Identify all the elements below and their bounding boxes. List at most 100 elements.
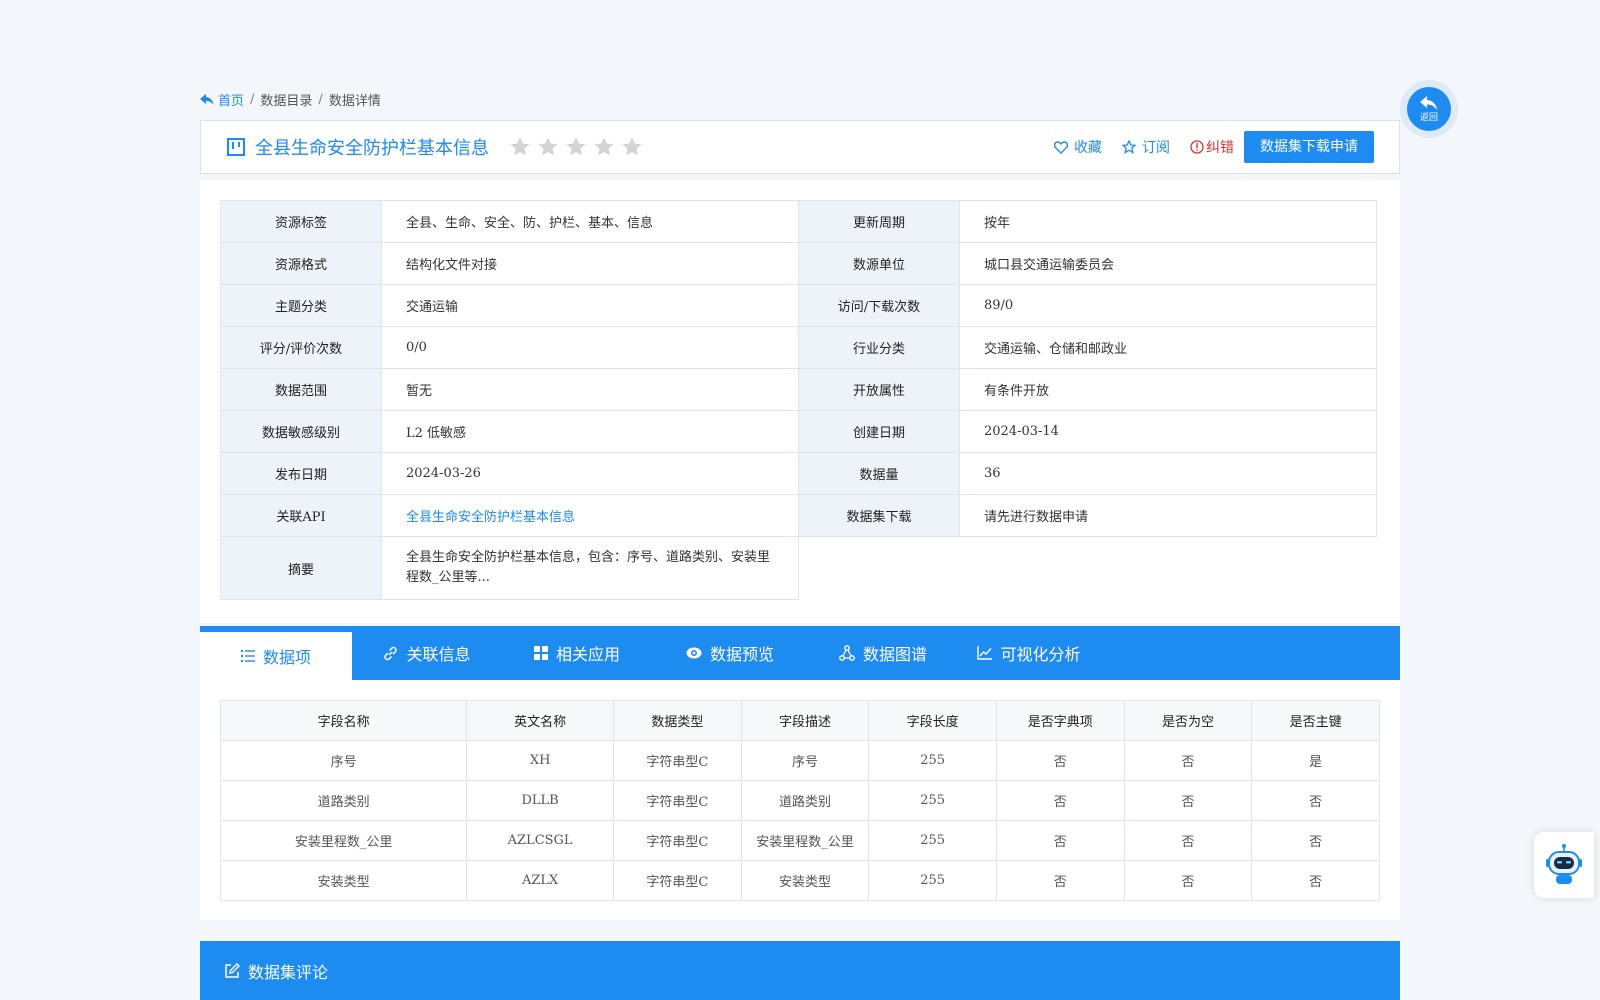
column-header: 是否字典项 bbox=[995, 700, 1125, 741]
back-button-label: 返回 bbox=[1419, 112, 1438, 123]
info-row: 关联API 全县生命安全防护栏基本信息 数据集下载 请先进行数据申请 bbox=[220, 494, 1377, 537]
table-cell: 安装类型 bbox=[219, 860, 468, 901]
info-value: 请先进行数据申请 bbox=[959, 494, 1377, 537]
info-value: 按年 bbox=[959, 200, 1377, 243]
favorite-label: 收藏 bbox=[1074, 140, 1102, 156]
info-value: 36 bbox=[959, 452, 1377, 495]
info-key: 评分/评价次数 bbox=[220, 326, 382, 369]
tab-link[interactable]: 关联信息 bbox=[352, 626, 502, 680]
tab-graph[interactable]: 数据图谱 bbox=[808, 626, 958, 680]
table-cell: 字符串型C bbox=[613, 820, 742, 861]
info-key: 开放属性 bbox=[798, 368, 960, 411]
column-header: 是否为空 bbox=[1123, 700, 1253, 741]
related-api-link[interactable]: 全县生命安全防护栏基本信息 bbox=[381, 494, 799, 537]
info-value: 0/0 bbox=[381, 326, 799, 369]
table-cell: 否 bbox=[995, 780, 1125, 821]
table-cell: 否 bbox=[1123, 860, 1253, 901]
tab-line-chart[interactable]: 可视化分析 bbox=[958, 626, 1100, 680]
column-header: 字段描述 bbox=[740, 700, 870, 741]
table-row: 序号 XH 字符串型C 序号 255 否否是 bbox=[219, 740, 1380, 781]
breadcrumb-home[interactable]: 首页 bbox=[200, 90, 244, 109]
info-value: 有条件开放 bbox=[959, 368, 1377, 411]
info-value: 暂无 bbox=[381, 368, 799, 411]
back-button[interactable]: 返回 bbox=[1400, 80, 1458, 138]
rating-star-icon[interactable] bbox=[537, 136, 559, 158]
info-row: 数据范围 暂无 开放属性 有条件开放 bbox=[220, 368, 1377, 411]
info-key: 主题分类 bbox=[220, 284, 382, 327]
star-outline-icon bbox=[1122, 140, 1136, 154]
line-chart-icon bbox=[977, 646, 1000, 660]
table-cell: 序号 bbox=[219, 740, 468, 781]
graph-icon bbox=[839, 645, 863, 661]
column-header: 数据类型 bbox=[613, 700, 742, 741]
info-key: 数据集下载 bbox=[798, 494, 960, 537]
breadcrumb-catalog[interactable]: 数据目录 bbox=[260, 90, 312, 109]
info-value: 2024-03-14 bbox=[959, 410, 1377, 453]
rating-stars[interactable] bbox=[509, 136, 649, 158]
table-cell: 否 bbox=[995, 740, 1125, 781]
table-row: 安装里程数_公里 AZLCSGL 字符串型C 安装里程数_公里 255 否否否 bbox=[219, 820, 1380, 861]
table-cell: 255 bbox=[868, 860, 997, 901]
back-button-inner: 返回 bbox=[1407, 87, 1451, 131]
fields-panel: 字段名称 英文名称 数据类型 字段描述 字段长度 是否字典项 是否为空 是否主键 序号 XH 字符… bbox=[200, 680, 1400, 920]
info-row: 主题分类 交通运输 访问/下载次数 89/0 bbox=[220, 284, 1377, 327]
breadcrumb: 首页 / 数据目录 / 数据详情 bbox=[200, 90, 381, 109]
table-cell: 道路类别 bbox=[740, 780, 870, 821]
favorite-button[interactable]: 收藏 bbox=[1054, 137, 1102, 157]
table-cell: 255 bbox=[868, 740, 997, 781]
tab-label: 关联信息 bbox=[406, 645, 471, 664]
subscribe-button[interactable]: 订阅 bbox=[1122, 137, 1170, 157]
eye-icon bbox=[686, 647, 710, 659]
table-cell: 否 bbox=[1251, 780, 1380, 821]
alert-circle-icon bbox=[1190, 140, 1204, 154]
report-error-button[interactable]: 纠错 bbox=[1190, 137, 1234, 157]
info-key: 创建日期 bbox=[798, 410, 960, 453]
info-value: 2024-03-26 bbox=[381, 452, 799, 495]
info-row: 资源格式 结构化文件对接 数源单位 城口县交通运输委员会 bbox=[220, 242, 1377, 285]
table-cell: 否 bbox=[1123, 740, 1253, 781]
summary-row: 摘要 全县生命安全防护栏基本信息，包含：序号、道路类别、安装里程数_公里等... bbox=[220, 536, 1377, 600]
apply-download-button[interactable]: 数据集下载申请 bbox=[1244, 131, 1374, 163]
info-row: 评分/评价次数 0/0 行业分类 交通运输、仓储和邮政业 bbox=[220, 326, 1377, 369]
tab-grid[interactable]: 相关应用 bbox=[502, 626, 652, 680]
info-key: 资源标签 bbox=[220, 200, 382, 243]
tab-eye[interactable]: 数据预览 bbox=[652, 626, 808, 680]
info-value: 89/0 bbox=[959, 284, 1377, 327]
column-header: 字段长度 bbox=[868, 700, 997, 741]
assistant-robot-button[interactable] bbox=[1534, 832, 1594, 898]
info-value: 交通运输 bbox=[381, 284, 799, 327]
info-key: 行业分类 bbox=[798, 326, 960, 369]
table-cell: 是 bbox=[1251, 740, 1380, 781]
table-cell: 字符串型C bbox=[613, 860, 742, 901]
info-key: 发布日期 bbox=[220, 452, 382, 495]
info-key: 关联API bbox=[220, 494, 382, 537]
table-cell: 否 bbox=[1251, 860, 1380, 901]
tab-list[interactable]: 数据项 bbox=[200, 626, 352, 680]
info-panel: 资源标签 全县、生命、安全、防、护栏、基本、信息 更新周期 按年 资源格式 结构化文件对接… bbox=[200, 180, 1400, 623]
tab-label: 相关应用 bbox=[555, 645, 620, 664]
robot-icon bbox=[1546, 844, 1582, 884]
table-cell: XH bbox=[466, 740, 615, 781]
table-cell: 安装里程数_公里 bbox=[219, 820, 468, 861]
rating-star-icon[interactable] bbox=[565, 136, 587, 158]
rating-star-icon[interactable] bbox=[509, 136, 531, 158]
info-key: 访问/下载次数 bbox=[798, 284, 960, 327]
rating-star-icon[interactable] bbox=[593, 136, 615, 158]
page-title: 全县生命安全防护栏基本信息 bbox=[255, 138, 489, 159]
heart-icon bbox=[1054, 140, 1068, 154]
info-table: 资源标签 全县、生命、安全、防、护栏、基本、信息 更新周期 按年 资源格式 结构化文件对接… bbox=[220, 200, 1377, 600]
report-error-label: 纠错 bbox=[1206, 140, 1234, 156]
link-icon bbox=[383, 646, 406, 661]
info-key: 数据量 bbox=[798, 452, 960, 495]
breadcrumb-detail: 数据详情 bbox=[328, 94, 381, 109]
breadcrumb-separator: / bbox=[250, 92, 255, 107]
table-cell: 字符串型C bbox=[613, 780, 742, 821]
comments-title: 数据集评论 bbox=[248, 962, 329, 982]
table-cell: 否 bbox=[995, 860, 1125, 901]
info-key: 资源格式 bbox=[220, 242, 382, 285]
summary-key: 摘要 bbox=[220, 536, 382, 600]
info-value: L2 低敏感 bbox=[381, 410, 799, 453]
back-arrow-icon bbox=[200, 93, 214, 105]
grid-icon bbox=[533, 646, 556, 660]
rating-star-icon[interactable] bbox=[621, 136, 643, 158]
